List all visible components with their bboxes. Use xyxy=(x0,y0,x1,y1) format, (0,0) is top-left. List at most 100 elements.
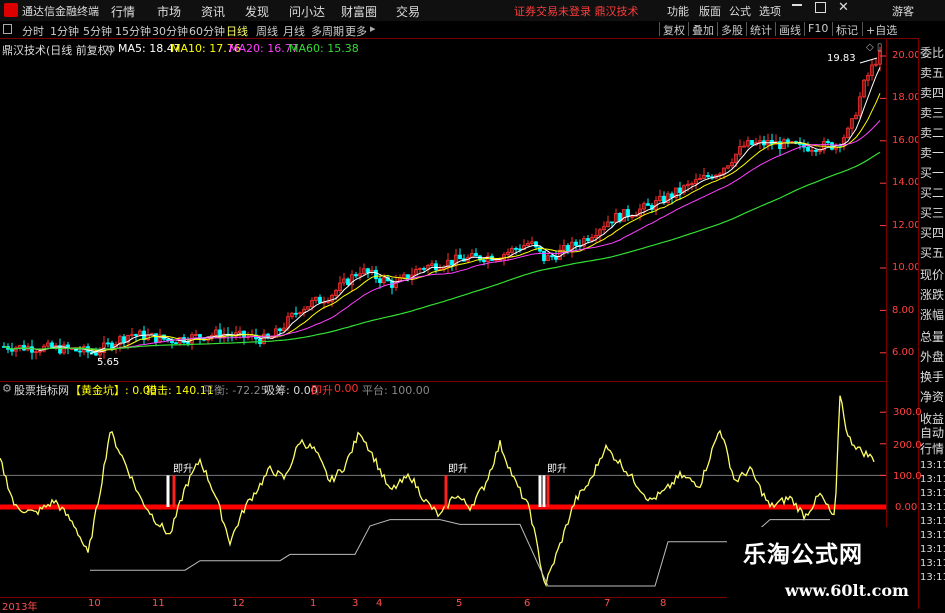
signal-bar xyxy=(542,475,546,507)
high-arrow xyxy=(859,57,878,64)
app-logo-icon xyxy=(4,3,18,17)
menu-trade[interactable]: 交易 xyxy=(396,3,420,20)
quote-field: 买五 xyxy=(920,246,945,260)
menu-wealth[interactable]: 财富圈 xyxy=(341,3,377,20)
menu-function[interactable]: 功能 xyxy=(667,3,689,19)
tab-monthly[interactable]: 月线 xyxy=(283,23,305,39)
rise-value: 0.00 xyxy=(334,382,359,395)
signal-label: 即升 xyxy=(448,464,468,475)
guest-label[interactable]: 游客 xyxy=(892,3,914,19)
candle-body xyxy=(778,141,782,150)
candle-body xyxy=(30,346,34,353)
candle-body xyxy=(166,338,170,341)
candle-body xyxy=(318,296,322,304)
signal-bar xyxy=(444,475,448,507)
price-tick: 18.00 xyxy=(892,92,921,103)
candle-body xyxy=(586,238,590,242)
menu-quotes[interactable]: 行情 xyxy=(111,3,135,20)
mark-button[interactable]: 标记 xyxy=(832,22,861,37)
watermark-url: www.60lt.com xyxy=(785,581,909,600)
tab-30min[interactable]: 30分钟 xyxy=(152,23,188,39)
ma20-line xyxy=(3,119,881,351)
ma5-line xyxy=(3,67,881,353)
quote-field: 卖四 xyxy=(920,86,945,100)
indicator-tick: 300.0 xyxy=(893,407,922,418)
price-tick: 14.00 xyxy=(892,177,921,188)
candle-body xyxy=(422,267,426,270)
menu-discover[interactable]: 发现 xyxy=(245,3,269,20)
signal-bar xyxy=(172,475,176,507)
statistics-button[interactable]: 统计 xyxy=(746,22,775,37)
price-tick: 12.00 xyxy=(892,220,921,231)
settings-icon[interactable]: ⚙ xyxy=(106,43,116,56)
maximize-icon[interactable] xyxy=(815,2,826,13)
candle-body xyxy=(450,259,454,266)
chart-option-icon[interactable]: ◇ ▯ xyxy=(866,42,882,53)
candle-body xyxy=(706,174,710,178)
menu-ask[interactable]: 问小达 xyxy=(289,3,325,20)
date-tick: 4 xyxy=(376,598,383,609)
quote-field: 卖五 xyxy=(920,66,945,80)
date-tick: 11 xyxy=(152,598,165,609)
tab-1min[interactable]: 1分钟 xyxy=(50,23,79,39)
low-price-label: 5.65 xyxy=(97,357,120,368)
candle-body xyxy=(106,342,110,345)
tab-15min[interactable]: 15分钟 xyxy=(115,23,151,39)
quote-field: 外盘 xyxy=(920,350,945,364)
candle-body xyxy=(474,253,478,257)
tab-daily[interactable]: 日线 xyxy=(226,23,248,39)
candle-body xyxy=(550,255,554,258)
tab-multi-period[interactable]: 多周期 xyxy=(311,23,344,39)
tab-timeshare[interactable]: 分时 xyxy=(22,23,44,39)
candle-body xyxy=(826,141,830,144)
candle-body xyxy=(542,250,546,262)
quote-field: 13:11 xyxy=(920,544,945,555)
rise-label: 即升 xyxy=(311,384,333,397)
restore-rights-button[interactable]: 复权 xyxy=(659,22,688,37)
candlestick-chart[interactable] xyxy=(0,38,886,381)
indicator-tick: 100.0 xyxy=(893,471,922,482)
tab-60min[interactable]: 60分钟 xyxy=(189,23,225,39)
quote-field: 13:11 xyxy=(920,502,945,513)
overlay-button[interactable]: 叠加 xyxy=(688,22,717,37)
quote-field: 涨幅 xyxy=(920,308,945,322)
watermark-title: 乐淘公式网 xyxy=(743,542,863,568)
accumulate-value: 吸筹: 0.00 xyxy=(264,384,318,397)
add-watchlist-button[interactable]: +自选 xyxy=(862,22,900,37)
menu-news[interactable]: 资讯 xyxy=(201,3,225,20)
tab-weekly[interactable]: 周线 xyxy=(256,23,278,39)
candle-body xyxy=(610,221,614,224)
f10-button[interactable]: F10 xyxy=(804,22,831,36)
date-tick: 7 xyxy=(604,598,611,609)
quote-field: 13:11 xyxy=(920,530,945,541)
candle-body xyxy=(514,247,518,250)
menu-layout[interactable]: 版面 xyxy=(699,3,721,19)
tab-5min[interactable]: 5分钟 xyxy=(83,23,112,39)
price-tick: 6.00 xyxy=(892,347,915,358)
menu-options[interactable]: 选项 xyxy=(759,3,781,19)
indicator-name: 股票指标网 xyxy=(14,384,69,397)
quote-field: 买四 xyxy=(920,226,945,240)
candle-body xyxy=(662,195,666,203)
multi-stock-button[interactable]: 多股 xyxy=(717,22,746,37)
menu-formula[interactable]: 公式 xyxy=(729,3,751,19)
signal-label: 即升 xyxy=(173,464,193,475)
ma60-line xyxy=(3,151,881,350)
login-notice: 证券交易未登录 鼎汉技术 xyxy=(514,5,639,18)
stock-title: 鼎汉技术(日线 前复权) xyxy=(2,44,114,57)
minimize-icon[interactable] xyxy=(792,4,802,6)
quote-field: 现价 xyxy=(920,268,945,282)
drawing-button[interactable]: 画线 xyxy=(775,22,804,37)
menu-market[interactable]: 市场 xyxy=(157,3,181,20)
high-price-label: 19.83 xyxy=(827,53,856,64)
quote-field: 自动 xyxy=(920,426,945,440)
more-arrow-icon[interactable]: ▸ xyxy=(370,22,376,35)
date-tick: 10 xyxy=(88,598,101,609)
balance-line xyxy=(90,519,830,587)
close-icon[interactable]: ✕ xyxy=(838,0,849,15)
candle-body xyxy=(154,333,158,343)
panel-toggle-icon[interactable] xyxy=(3,24,12,34)
tab-more[interactable]: 更多 xyxy=(345,23,367,39)
quote-field: 净资 xyxy=(920,390,945,404)
indicator-settings-icon[interactable]: ⚙ xyxy=(2,382,12,395)
